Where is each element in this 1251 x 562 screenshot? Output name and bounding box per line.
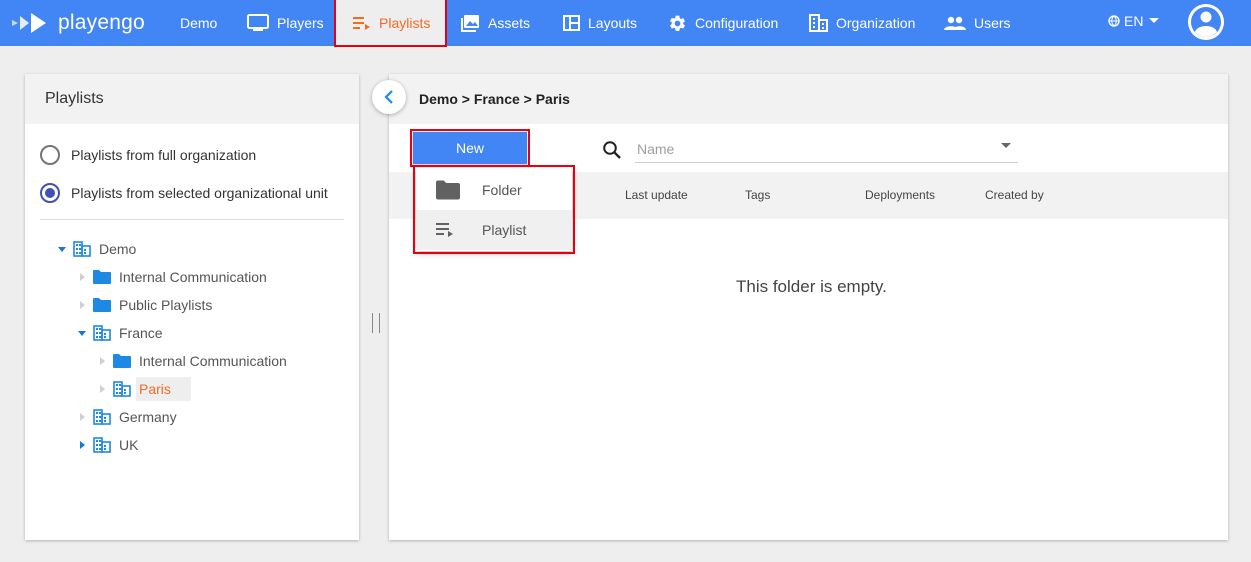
left-panel-title: Playlists: [45, 90, 104, 107]
search-icon: [603, 141, 621, 159]
radio-circle[interactable]: [40, 145, 60, 165]
radio-full-organization[interactable]: Playlists from full organization: [40, 145, 256, 165]
building-icon: [93, 437, 111, 453]
user-avatar[interactable]: [1188, 4, 1224, 40]
nav-users-label: Users: [974, 15, 1011, 31]
tree-node-france[interactable]: France: [75, 320, 163, 346]
nav-playlists[interactable]: Playlists: [336, 0, 445, 46]
expand-right-icon[interactable]: [75, 298, 89, 312]
language-label: EN: [1124, 13, 1144, 29]
tree-node-label: Demo: [99, 241, 137, 257]
tree-node-germany[interactable]: Germany: [75, 404, 177, 430]
building-icon: [93, 409, 111, 425]
tree-node-uk[interactable]: UK: [75, 432, 138, 458]
expand-right-icon[interactable]: [75, 270, 89, 284]
nav-organization[interactable]: Organization: [809, 0, 915, 46]
playlist-icon: [436, 223, 453, 237]
nav-demo-label: Demo: [180, 15, 218, 31]
logo[interactable]: playengo: [10, 10, 145, 36]
folder-icon: [93, 270, 111, 284]
nav-layouts[interactable]: Layouts: [563, 0, 637, 46]
image-icon: [461, 15, 479, 32]
expand-right-icon[interactable]: [95, 382, 109, 396]
expand-right-icon[interactable]: [75, 438, 89, 452]
caret-down-icon: [1149, 18, 1160, 23]
layout-icon: [563, 15, 580, 31]
tree-node-label: UK: [119, 437, 139, 453]
gear-icon: [670, 15, 685, 31]
users-icon: [944, 16, 966, 30]
name-search-input[interactable]: [635, 135, 1018, 163]
nav-players-label: Players: [277, 15, 324, 31]
nav-assets[interactable]: Assets: [461, 0, 530, 46]
divider: [40, 219, 344, 220]
left-panel: Playlists Playlists from full organizati…: [25, 74, 359, 540]
empty-folder-message: This folder is empty.: [736, 277, 887, 296]
top-navbar: playengo Demo Players Playlists Assets L…: [0, 0, 1251, 46]
tree-node-internal-communication[interactable]: Internal Communication: [75, 264, 267, 290]
tree-node-label: Public Playlists: [119, 297, 213, 313]
playlist-icon: [353, 17, 370, 30]
left-panel-header: Playlists: [25, 74, 359, 124]
column-tags[interactable]: Tags: [745, 188, 770, 202]
radio-selected-unit[interactable]: Playlists from selected organizational u…: [40, 183, 328, 203]
radio-selected-unit-label: Playlists from selected organizational u…: [71, 185, 328, 201]
globe-icon: [1108, 15, 1120, 27]
radio-full-organization-label: Playlists from full organization: [71, 147, 257, 163]
nav-demo[interactable]: Demo: [180, 0, 217, 46]
collapse-panel-button[interactable]: [372, 80, 406, 114]
menu-item-playlist-label: Playlist: [482, 222, 527, 238]
new-button[interactable]: New: [413, 132, 527, 164]
breadcrumb: Demo > France > Paris: [419, 91, 570, 107]
new-dropdown-menu: Folder Playlist: [416, 168, 572, 251]
nav-configuration-label: Configuration: [695, 15, 779, 31]
nav-players[interactable]: Players: [247, 0, 324, 46]
building-icon: [93, 325, 111, 341]
language-selector[interactable]: EN: [1108, 0, 1160, 42]
building-icon: [113, 381, 131, 397]
nav-organization-label: Organization: [836, 15, 916, 31]
panel-splitter-handle[interactable]: [372, 313, 380, 333]
radio-circle-checked[interactable]: [40, 183, 60, 203]
folder-icon: [93, 298, 111, 312]
column-created-by[interactable]: Created by: [985, 188, 1044, 202]
nav-users[interactable]: Users: [944, 0, 1011, 46]
folder-icon: [436, 180, 460, 200]
building-icon: [809, 14, 828, 32]
tree-node-label: Internal Communication: [119, 269, 267, 285]
tree-node-label: Internal Communication: [139, 353, 287, 369]
expand-right-icon[interactable]: [75, 410, 89, 424]
nav-assets-label: Assets: [488, 15, 531, 31]
name-dropdown-caret-icon[interactable]: [1001, 143, 1011, 148]
menu-item-folder[interactable]: Folder: [416, 170, 572, 210]
chevron-left-icon: [384, 90, 393, 104]
new-button-label: New: [455, 140, 484, 156]
tree-node-label: France: [119, 325, 163, 341]
monitor-icon: [247, 14, 269, 31]
nav-playlists-label: Playlists: [379, 15, 431, 31]
logo-text: playengo: [58, 11, 145, 34]
logo-icon: [12, 13, 46, 33]
expand-down-icon[interactable]: [75, 326, 89, 340]
account-icon: [1188, 4, 1224, 40]
column-last-update[interactable]: Last update: [625, 188, 688, 202]
menu-item-folder-label: Folder: [482, 182, 522, 198]
tree-node-label: Germany: [119, 409, 177, 425]
nav-configuration[interactable]: Configuration: [668, 0, 778, 46]
expand-right-icon[interactable]: [95, 354, 109, 368]
folder-icon: [113, 354, 131, 368]
expand-down-icon[interactable]: [55, 242, 69, 256]
nav-layouts-label: Layouts: [588, 15, 638, 31]
tree-node-label: Paris: [139, 381, 171, 397]
tree-node-france-internal-communication[interactable]: Internal Communication: [95, 348, 287, 374]
tree-node-public-playlists[interactable]: Public Playlists: [75, 292, 212, 318]
tree-node-paris[interactable]: Paris: [95, 376, 171, 402]
column-deployments[interactable]: Deployments: [865, 188, 935, 202]
building-icon: [73, 241, 91, 257]
tree-node-demo[interactable]: Demo: [55, 236, 136, 262]
menu-item-playlist[interactable]: Playlist: [416, 210, 572, 250]
